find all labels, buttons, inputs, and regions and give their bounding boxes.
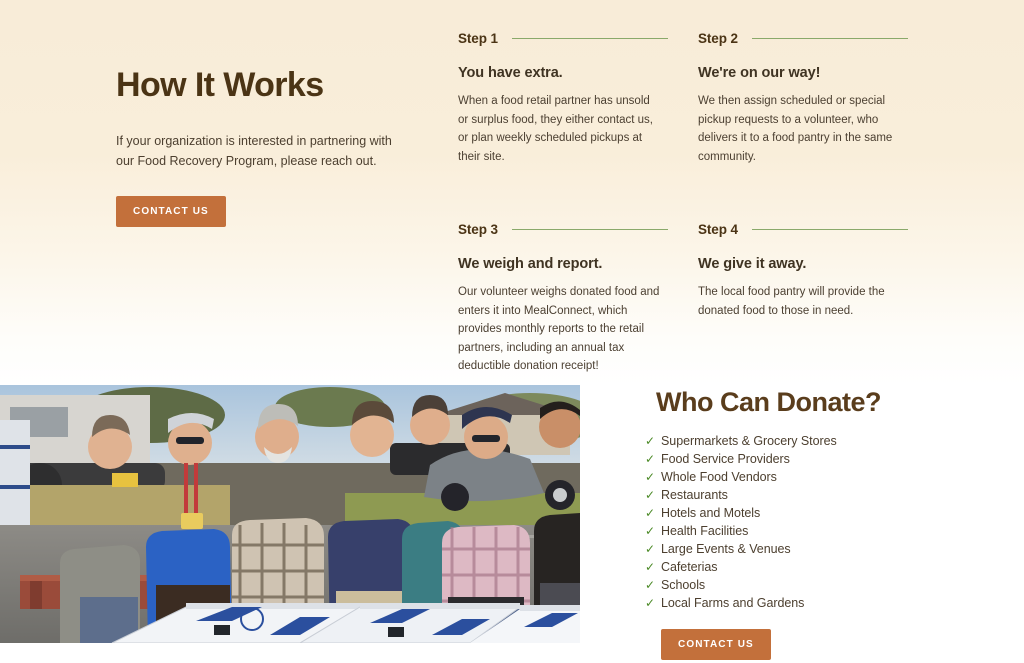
check-icon: ✓: [645, 542, 656, 557]
donate-item-label: Schools: [661, 578, 706, 593]
donate-column: Who Can Donate? ✓ Supermarkets & Grocery…: [645, 386, 985, 661]
check-icon: ✓: [645, 452, 656, 467]
list-item: ✓ Restaurants: [645, 486, 985, 504]
step-card-4: Step 4 We give it away. The local food p…: [698, 184, 924, 394]
list-item: ✓ Cafeterias: [645, 558, 985, 576]
check-icon: ✓: [645, 596, 656, 611]
list-item: ✓ Large Events & Venues: [645, 540, 985, 558]
check-icon: ✓: [645, 578, 656, 593]
list-item: ✓ Local Farms and Gardens: [645, 594, 985, 612]
check-icon: ✓: [645, 524, 656, 539]
list-item: ✓ Supermarkets & Grocery Stores: [645, 432, 985, 450]
donate-cta-wrapper: CONTACT US: [661, 629, 985, 661]
step-title-4: We give it away.: [698, 256, 807, 272]
donate-item-label: Large Events & Venues: [661, 542, 791, 557]
check-icon: ✓: [645, 506, 656, 521]
donate-item-label: Cafeterias: [661, 560, 718, 575]
intro-description: If your organization is interested in pa…: [116, 134, 392, 169]
step-title-3: We weigh and report.: [458, 256, 603, 272]
intro-column: How It Works If your organization is int…: [116, 66, 416, 227]
volunteers-photo: [0, 385, 580, 643]
step-header-4: Step 4: [698, 219, 924, 239]
step-body-1: When a food retail partner has unsold or…: [458, 95, 653, 163]
intro-cta-wrapper: CONTACT US: [116, 195, 416, 227]
step-rule-icon-1: [511, 37, 668, 39]
page-title: How It Works: [116, 66, 324, 104]
donate-item-label: Local Farms and Gardens: [661, 596, 805, 611]
donate-list: ✓ Supermarkets & Grocery Stores ✓ Food S…: [645, 432, 985, 612]
check-icon: ✓: [645, 488, 656, 503]
step-body-4: The local food pantry will provide the d…: [698, 286, 885, 317]
donate-item-label: Supermarkets & Grocery Stores: [661, 434, 837, 449]
step-rule-icon-4: [751, 228, 908, 230]
steps-grid: Step 1 You have extra. When a food retai…: [458, 28, 978, 394]
step-card-2: Step 2 We're on our way! We then assign …: [698, 28, 924, 184]
step-title-2: We're on our way!: [698, 65, 821, 81]
contact-us-button-bottom[interactable]: CONTACT US: [661, 629, 771, 661]
donate-item-label: Restaurants: [661, 488, 728, 503]
list-item: ✓ Whole Food Vendors: [645, 468, 985, 486]
step-label-4: Step 4: [698, 221, 738, 237]
step-header-3: Step 3: [458, 219, 684, 239]
list-item: ✓ Food Service Providers: [645, 450, 985, 468]
step-header-1: Step 1: [458, 28, 684, 48]
donate-item-label: Whole Food Vendors: [661, 470, 777, 485]
step-body-2: We then assign scheduled or special pick…: [698, 95, 893, 163]
how-it-works-section: How It Works If your organization is int…: [0, 0, 1024, 385]
list-item: ✓ Hotels and Motels: [645, 504, 985, 522]
check-icon: ✓: [645, 470, 656, 485]
donate-item-label: Hotels and Motels: [661, 506, 761, 521]
step-card-3: Step 3 We weigh and report. Our voluntee…: [458, 184, 684, 394]
list-item: ✓ Health Facilities: [645, 522, 985, 540]
check-icon: ✓: [645, 560, 656, 575]
step-rule-icon-3: [511, 228, 668, 230]
donate-item-label: Food Service Providers: [661, 452, 790, 467]
who-can-donate-section: Who Can Donate? ✓ Supermarkets & Grocery…: [0, 385, 1024, 663]
donate-title: Who Can Donate?: [656, 387, 881, 417]
step-rule-icon-2: [751, 37, 908, 39]
step-label-3: Step 3: [458, 221, 498, 237]
step-body-3: Our volunteer weighs donated food and en…: [458, 286, 660, 372]
step-card-1: Step 1 You have extra. When a food retai…: [458, 28, 684, 184]
check-icon: ✓: [645, 434, 656, 449]
list-item: ✓ Schools: [645, 576, 985, 594]
step-label-1: Step 1: [458, 30, 498, 46]
step-title-1: You have extra.: [458, 65, 563, 81]
contact-us-button-top[interactable]: CONTACT US: [116, 195, 226, 227]
donate-item-label: Health Facilities: [661, 524, 749, 539]
step-label-2: Step 2: [698, 30, 738, 46]
step-header-2: Step 2: [698, 28, 924, 48]
